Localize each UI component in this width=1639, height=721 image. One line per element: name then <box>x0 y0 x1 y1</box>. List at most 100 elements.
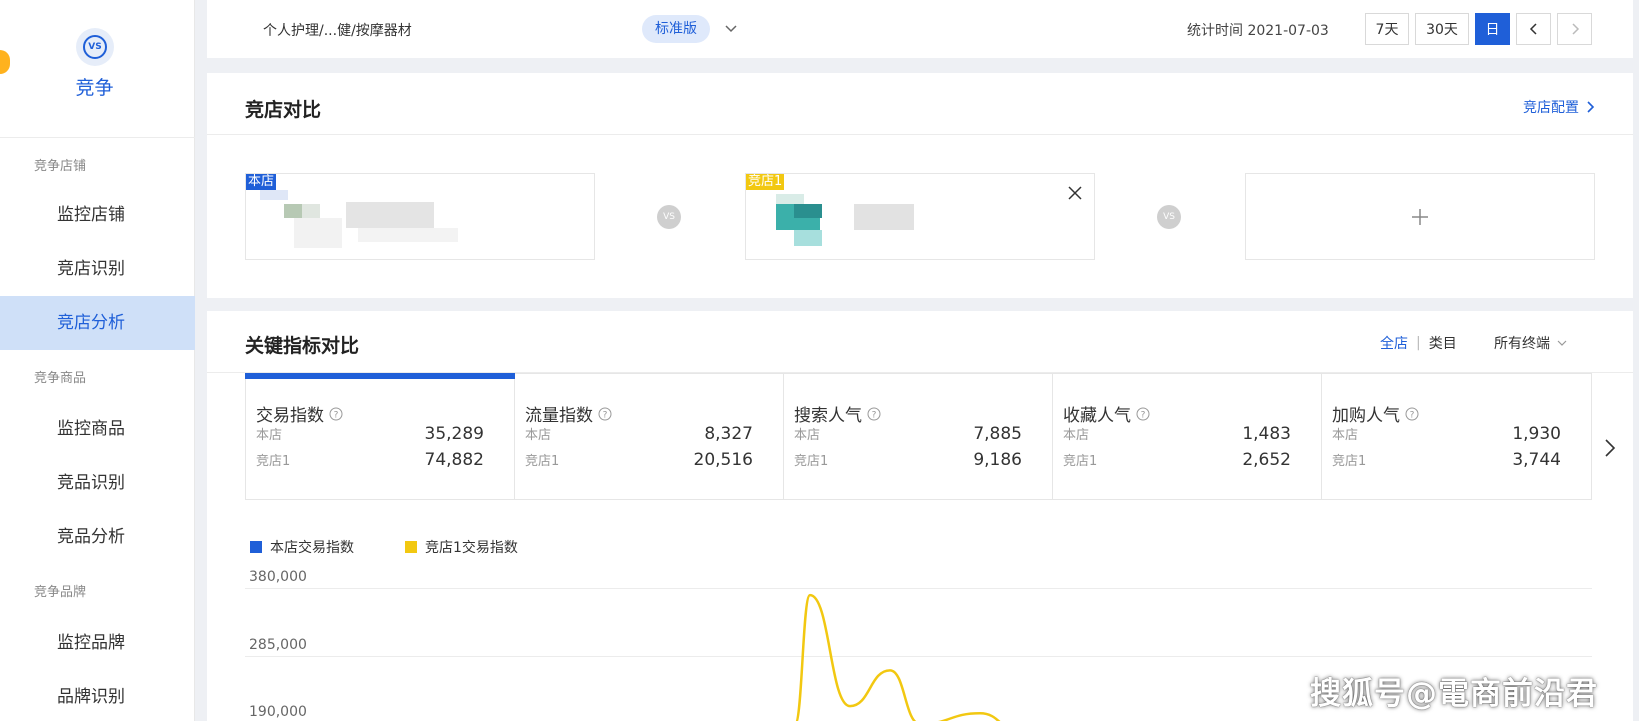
range-7d-button[interactable]: 7天 <box>1365 13 1409 45</box>
metric-tabs: 交易指数? 本店 35,289 竞店1 74,882 流量指数? 本店 8,32… <box>245 373 1592 500</box>
legend-swatch <box>250 541 262 553</box>
rival-label: 竞店1 <box>256 454 291 469</box>
stat-time-label: 统计时间 2021-07-03 <box>1187 23 1329 39</box>
sidebar-item-identify-shop[interactable]: 竞店识别 <box>0 242 195 296</box>
range-day-button[interactable]: 日 <box>1475 13 1510 45</box>
sidebar-item-analyze-product[interactable]: 竞品分析 <box>0 510 195 564</box>
plus-icon <box>1412 208 1428 225</box>
svg-text:?: ? <box>1141 410 1146 420</box>
help-icon[interactable]: ? <box>598 407 612 421</box>
section-title: 竞店对比 <box>245 99 322 121</box>
svg-text:?: ? <box>334 410 339 420</box>
close-icon[interactable] <box>1066 184 1084 202</box>
sidebar-item-monitor-brand[interactable]: 监控品牌 <box>0 616 195 670</box>
metric-name: 交易指数 <box>256 406 324 426</box>
blurred-shop-logo <box>302 204 320 218</box>
own-label: 本店 <box>1332 428 1359 443</box>
metric-card-trade-index[interactable]: 交易指数? 本店 35,289 竞店1 74,882 <box>245 373 515 499</box>
rival-label: 竞店1 <box>1063 454 1098 469</box>
own-shop-card[interactable]: 本店 <box>245 173 595 260</box>
metric-card-search-popularity[interactable]: 搜索人气? 本店 7,885 竞店1 9,186 <box>784 374 1053 499</box>
sidebar-item-identify-brand[interactable]: 品牌识别 <box>0 670 195 721</box>
legend-item-own[interactable]: 本店交易指数 <box>250 537 354 557</box>
blurred-shop-name <box>854 204 914 230</box>
metric-card-traffic-index[interactable]: 流量指数? 本店 8,327 竞店1 20,516 <box>515 374 784 499</box>
next-date-button[interactable] <box>1557 13 1592 45</box>
rival-label: 竞店1 <box>525 454 560 469</box>
divider <box>0 137 195 138</box>
legend-item-rival[interactable]: 竞店1交易指数 <box>405 537 518 557</box>
range-30d-button[interactable]: 30天 <box>1415 13 1469 45</box>
legend-swatch <box>405 541 417 553</box>
terminal-select[interactable]: 所有终端 <box>1494 333 1568 353</box>
blurred-shop-logo <box>260 190 288 200</box>
sidebar-item-monitor-shop[interactable]: 监控店铺 <box>0 188 195 242</box>
own-label: 本店 <box>794 428 821 443</box>
shop-config-link[interactable]: 竞店配置 <box>1523 97 1595 117</box>
scope-switch: 全店 | 类目 <box>1380 333 1457 353</box>
metric-name: 加购人气 <box>1332 406 1400 426</box>
divider <box>207 134 1633 135</box>
rival-value: 20,516 <box>693 450 753 470</box>
rival-shop-card[interactable]: 竞店1 <box>745 173 1095 260</box>
metric-name: 收藏人气 <box>1063 406 1131 426</box>
blurred-shop-logo <box>284 204 302 218</box>
blurred-shop-logo <box>794 204 822 218</box>
floating-indicator[interactable] <box>0 50 10 74</box>
metric-name: 搜索人气 <box>794 406 862 426</box>
vs-logo-icon: VS <box>76 28 114 66</box>
vs-badge-icon: VS <box>657 205 681 229</box>
metric-card-favorite-popularity[interactable]: 收藏人气? 本店 1,483 竞店1 2,652 <box>1053 374 1322 499</box>
own-value: 35,289 <box>424 424 484 444</box>
metric-name: 流量指数 <box>525 406 593 426</box>
watermark: 搜狐号@電商前沿君 <box>1310 676 1598 712</box>
rival-value: 3,744 <box>1512 450 1561 470</box>
add-rival-shop-card[interactable] <box>1245 173 1595 260</box>
blurred-shop-logo <box>776 194 804 204</box>
rival-label: 竞店1 <box>794 454 829 469</box>
rival-label: 竞店1 <box>1332 454 1367 469</box>
svg-text:?: ? <box>603 410 608 420</box>
own-label: 本店 <box>256 428 283 443</box>
scrollbar[interactable] <box>1633 0 1639 721</box>
prev-date-button[interactable] <box>1516 13 1551 45</box>
sidebar-title: 竞争 <box>75 77 114 99</box>
scope-category[interactable]: 类目 <box>1429 333 1457 353</box>
rival-shop-tag: 竞店1 <box>746 174 785 190</box>
own-value: 1,483 <box>1242 424 1291 444</box>
metric-card-cart-popularity[interactable]: 加购人气? 本店 1,930 竞店1 3,744 <box>1322 374 1591 499</box>
chevron-down-icon[interactable] <box>721 18 741 38</box>
shop-config-label: 竞店配置 <box>1523 100 1579 116</box>
rival-value: 2,652 <box>1242 450 1291 470</box>
own-label: 本店 <box>525 428 552 443</box>
scope-all-shop[interactable]: 全店 <box>1380 333 1408 353</box>
terminal-select-value: 所有终端 <box>1494 336 1550 352</box>
svg-text:?: ? <box>872 410 877 420</box>
sidebar-item-analyze-shop[interactable]: 竞店分析 <box>0 296 195 350</box>
metric-title: 交易指数? <box>256 401 343 426</box>
legend-label: 竞店1交易指数 <box>425 540 518 556</box>
category-breadcrumb[interactable]: 个人护理/...健/按摩器材 <box>263 20 412 40</box>
edition-badge: 标准版 <box>642 15 710 43</box>
chevron-right-icon <box>1587 101 1595 113</box>
own-value: 1,930 <box>1512 424 1561 444</box>
section-title: 关键指标对比 <box>245 335 360 357</box>
sidebar-group-label: 竞争品牌 <box>34 585 87 600</box>
sidebar-item-identify-product[interactable]: 竞品识别 <box>0 456 195 510</box>
sidebar-group-label: 竞争店铺 <box>34 159 87 174</box>
help-icon[interactable]: ? <box>329 407 343 421</box>
metric-title: 加购人气? <box>1332 401 1419 426</box>
metric-title: 收藏人气? <box>1063 401 1150 426</box>
metric-title: 搜索人气? <box>794 401 881 426</box>
chevron-right-icon[interactable] <box>1602 436 1618 460</box>
sidebar-item-monitor-product[interactable]: 监控商品 <box>0 402 195 456</box>
help-icon[interactable]: ? <box>867 407 881 421</box>
blurred-shop-logo <box>294 218 342 248</box>
svg-text:?: ? <box>1410 410 1415 420</box>
top-filter-bar: 个人护理/...健/按摩器材 标准版 统计时间 2021-07-03 7天 30… <box>207 0 1633 58</box>
scope-separator: | <box>1416 335 1421 351</box>
help-icon[interactable]: ? <box>1405 407 1419 421</box>
help-icon[interactable]: ? <box>1136 407 1150 421</box>
vs-badge-icon: VS <box>1157 205 1181 229</box>
own-value: 7,885 <box>973 424 1022 444</box>
